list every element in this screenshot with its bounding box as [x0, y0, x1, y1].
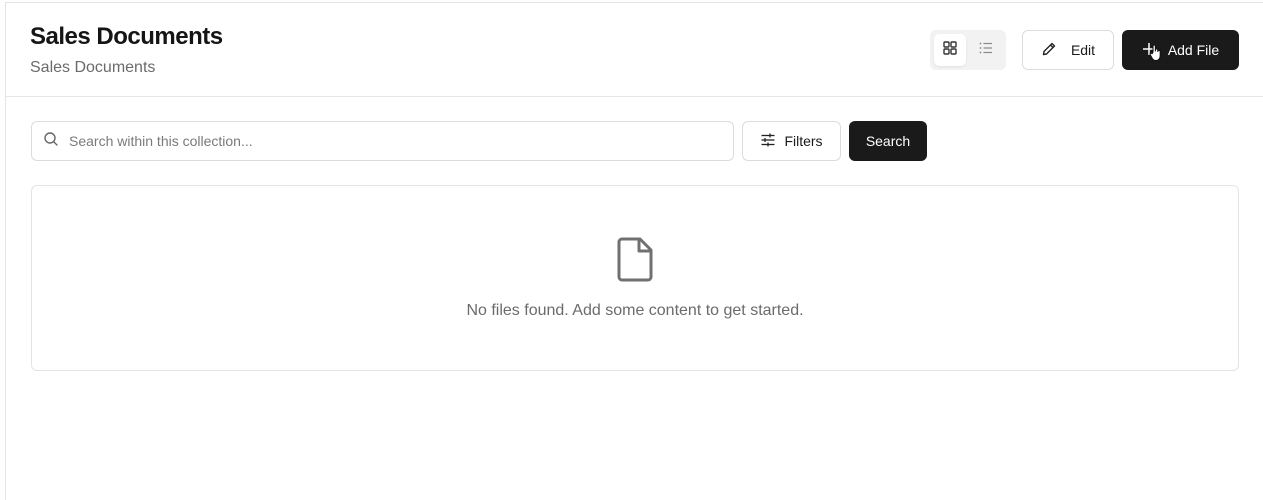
view-toggle — [930, 30, 1006, 70]
empty-state-panel: No files found. Add some content to get … — [31, 185, 1239, 371]
page-header: Sales Documents Sales Documents Edit Add… — [6, 3, 1263, 97]
edit-label: Edit — [1070, 42, 1096, 58]
page-title: Sales Documents — [30, 23, 223, 50]
pencil-icon — [1041, 41, 1057, 60]
add-file-label: Add File — [1167, 42, 1220, 58]
add-file-button[interactable]: Add File — [1122, 30, 1239, 70]
hand-cursor-icon — [1149, 44, 1163, 67]
app-frame: Sales Documents Sales Documents Edit Add… — [5, 2, 1263, 500]
grid-icon — [943, 40, 957, 60]
search-button[interactable]: Search — [849, 121, 927, 161]
list-icon — [979, 41, 993, 60]
page-subtitle: Sales Documents — [30, 59, 156, 76]
filters-label: Filters — [784, 133, 823, 149]
search-button-label: Search — [865, 133, 911, 149]
search-input[interactable] — [69, 133, 709, 149]
filters-button[interactable]: Filters — [742, 121, 841, 161]
edit-button[interactable]: Edit — [1022, 30, 1114, 70]
sliders-icon — [760, 132, 776, 151]
search-icon — [43, 131, 59, 152]
file-icon — [615, 236, 655, 287]
empty-state-message: No files found. Add some content to get … — [466, 302, 804, 319]
grid-view-button[interactable] — [934, 34, 966, 66]
search-field[interactable] — [31, 121, 734, 161]
list-view-button[interactable] — [970, 34, 1002, 66]
